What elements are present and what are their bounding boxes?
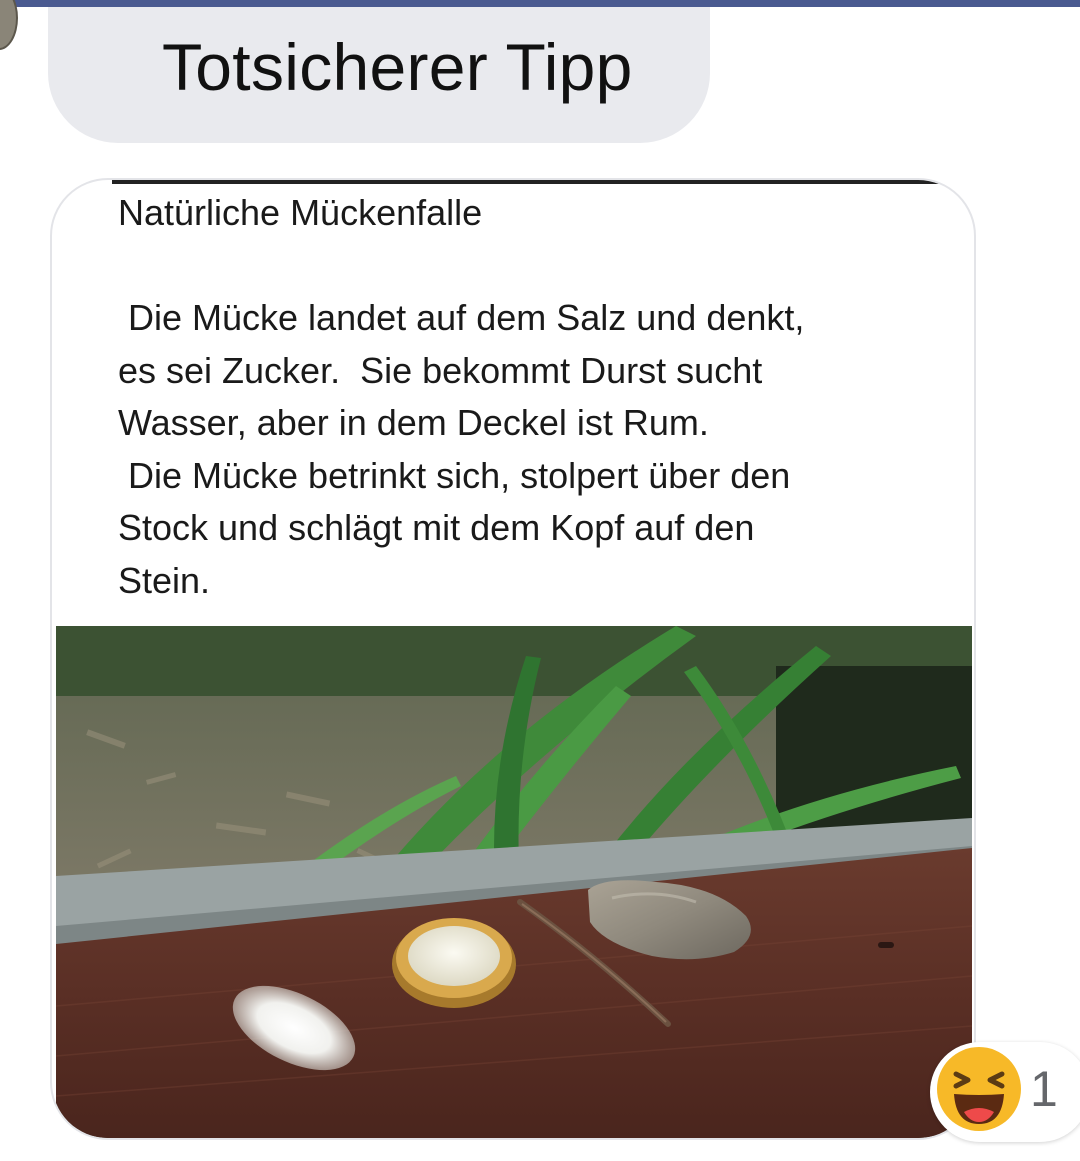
post-body-line: Stein. (118, 559, 211, 601)
post-body-line: Die Mücke betrinkt sich, stolpert über d… (118, 454, 791, 496)
post-body-line: es sei Zucker. Sie bekommt Durst sucht (118, 349, 763, 391)
top-app-bar (0, 0, 1080, 7)
post-photo[interactable] (56, 626, 972, 1138)
card-divider (112, 180, 942, 184)
post-body-line: Stock und schlägt mit dem Kopf auf den (118, 507, 755, 548)
photo-scene (56, 626, 972, 1138)
message-text: Totsicherer Tipp (162, 30, 633, 104)
reaction-badge[interactable]: 1 (922, 1040, 1080, 1144)
message-bubble[interactable]: Totsicherer Tipp (48, 7, 710, 143)
reaction-count: 1 (1030, 1061, 1058, 1117)
laughing-face-icon (937, 1047, 1021, 1131)
post-body-line: Die Mücke landet auf dem Salz und denkt, (118, 297, 805, 338)
sender-avatar[interactable] (0, 0, 18, 50)
shared-post-card[interactable]: Natürliche Mückenfalle Die Mücke landet … (50, 178, 976, 1140)
post-body-line: Wasser, aber in dem Deckel ist Rum. (118, 402, 709, 443)
post-body: Die Mücke landet auf dem Salz und denkt,… (118, 292, 938, 607)
post-title: Natürliche Mückenfalle (118, 192, 483, 233)
